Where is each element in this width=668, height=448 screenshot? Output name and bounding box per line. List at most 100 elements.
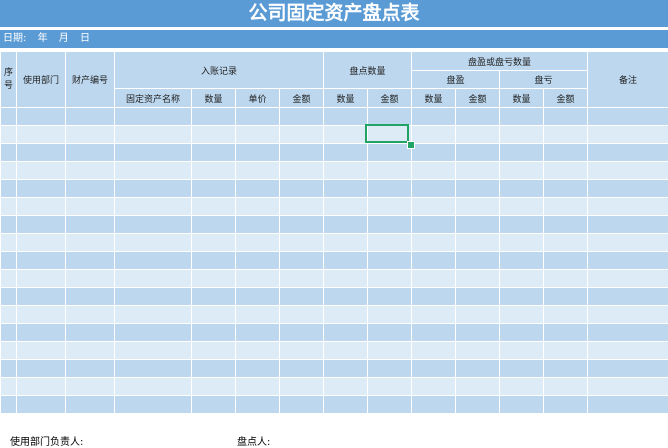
header-remarks[interactable]: 备注	[588, 52, 668, 108]
table-cell[interactable]	[66, 360, 115, 378]
table-cell[interactable]	[368, 234, 412, 252]
header-count-qty[interactable]: 盘点数量	[324, 52, 412, 89]
fill-handle[interactable]	[407, 141, 415, 149]
table-cell[interactable]	[500, 216, 544, 234]
table-cell[interactable]	[324, 342, 368, 360]
table-cell[interactable]	[544, 378, 588, 396]
header-count-quantity[interactable]: 数量	[324, 89, 368, 108]
table-cell[interactable]	[368, 198, 412, 216]
table-cell[interactable]	[115, 198, 192, 216]
table-cell[interactable]	[456, 180, 500, 198]
table-cell[interactable]	[544, 126, 588, 144]
table-cell[interactable]	[280, 306, 324, 324]
table-cell[interactable]	[192, 378, 236, 396]
table-cell[interactable]	[66, 378, 115, 396]
table-cell[interactable]	[500, 162, 544, 180]
table-cell[interactable]	[588, 234, 668, 252]
header-loss-quantity[interactable]: 数量	[500, 89, 544, 108]
table-cell[interactable]	[324, 234, 368, 252]
table-cell[interactable]	[500, 342, 544, 360]
table-cell[interactable]	[66, 216, 115, 234]
table-cell[interactable]	[115, 126, 192, 144]
table-cell[interactable]	[280, 216, 324, 234]
table-cell[interactable]	[412, 126, 456, 144]
table-cell[interactable]	[412, 306, 456, 324]
table-cell[interactable]	[115, 234, 192, 252]
table-cell[interactable]	[1, 306, 17, 324]
table-cell[interactable]	[236, 180, 280, 198]
header-surplus-amount[interactable]: 金额	[456, 89, 500, 108]
table-cell[interactable]	[412, 216, 456, 234]
table-cell[interactable]	[1, 234, 17, 252]
table-cell[interactable]	[368, 162, 412, 180]
table-cell[interactable]	[1, 126, 17, 144]
table-cell[interactable]	[588, 396, 668, 414]
table-cell[interactable]	[412, 144, 456, 162]
table-cell[interactable]	[412, 342, 456, 360]
table-cell[interactable]	[412, 378, 456, 396]
selected-cell[interactable]	[365, 124, 409, 143]
table-cell[interactable]	[66, 324, 115, 342]
table-cell[interactable]	[500, 270, 544, 288]
table-cell[interactable]	[280, 252, 324, 270]
table-cell[interactable]	[66, 180, 115, 198]
table-cell[interactable]	[324, 180, 368, 198]
table-cell[interactable]	[456, 252, 500, 270]
table-cell[interactable]	[412, 270, 456, 288]
table-cell[interactable]	[544, 252, 588, 270]
table-cell[interactable]	[456, 126, 500, 144]
table-cell[interactable]	[1, 342, 17, 360]
table-cell[interactable]	[456, 144, 500, 162]
table-cell[interactable]	[17, 396, 66, 414]
table-cell[interactable]	[236, 396, 280, 414]
table-cell[interactable]	[115, 270, 192, 288]
table-cell[interactable]	[500, 252, 544, 270]
table-cell[interactable]	[368, 342, 412, 360]
table-cell[interactable]	[544, 108, 588, 126]
table-cell[interactable]	[280, 198, 324, 216]
table-cell[interactable]	[236, 144, 280, 162]
table-cell[interactable]	[1, 180, 17, 198]
table-cell[interactable]	[544, 162, 588, 180]
table-cell[interactable]	[115, 288, 192, 306]
table-cell[interactable]	[192, 288, 236, 306]
table-cell[interactable]	[192, 252, 236, 270]
table-cell[interactable]	[588, 144, 668, 162]
table-cell[interactable]	[115, 306, 192, 324]
table-cell[interactable]	[192, 144, 236, 162]
table-cell[interactable]	[1, 270, 17, 288]
table-cell[interactable]	[456, 288, 500, 306]
table-cell[interactable]	[500, 234, 544, 252]
table-cell[interactable]	[456, 360, 500, 378]
table-cell[interactable]	[17, 306, 66, 324]
table-cell[interactable]	[66, 144, 115, 162]
table-cell[interactable]	[368, 324, 412, 342]
table-cell[interactable]	[412, 198, 456, 216]
table-cell[interactable]	[17, 198, 66, 216]
header-surplus[interactable]: 盘盈	[412, 71, 500, 89]
table-cell[interactable]	[324, 198, 368, 216]
table-cell[interactable]	[324, 378, 368, 396]
table-cell[interactable]	[236, 378, 280, 396]
table-cell[interactable]	[17, 144, 66, 162]
table-cell[interactable]	[1, 288, 17, 306]
table-cell[interactable]	[115, 180, 192, 198]
table-cell[interactable]	[368, 144, 412, 162]
table-cell[interactable]	[192, 234, 236, 252]
table-cell[interactable]	[368, 180, 412, 198]
table-cell[interactable]	[236, 324, 280, 342]
table-cell[interactable]	[1, 162, 17, 180]
table-cell[interactable]	[236, 360, 280, 378]
table-cell[interactable]	[588, 288, 668, 306]
table-cell[interactable]	[280, 396, 324, 414]
table-cell[interactable]	[500, 180, 544, 198]
table-cell[interactable]	[236, 126, 280, 144]
table-cell[interactable]	[324, 288, 368, 306]
table-cell[interactable]	[324, 306, 368, 324]
table-cell[interactable]	[544, 270, 588, 288]
header-unit-price[interactable]: 单价	[236, 89, 280, 108]
table-cell[interactable]	[17, 180, 66, 198]
table-cell[interactable]	[456, 216, 500, 234]
table-cell[interactable]	[500, 126, 544, 144]
table-cell[interactable]	[236, 216, 280, 234]
